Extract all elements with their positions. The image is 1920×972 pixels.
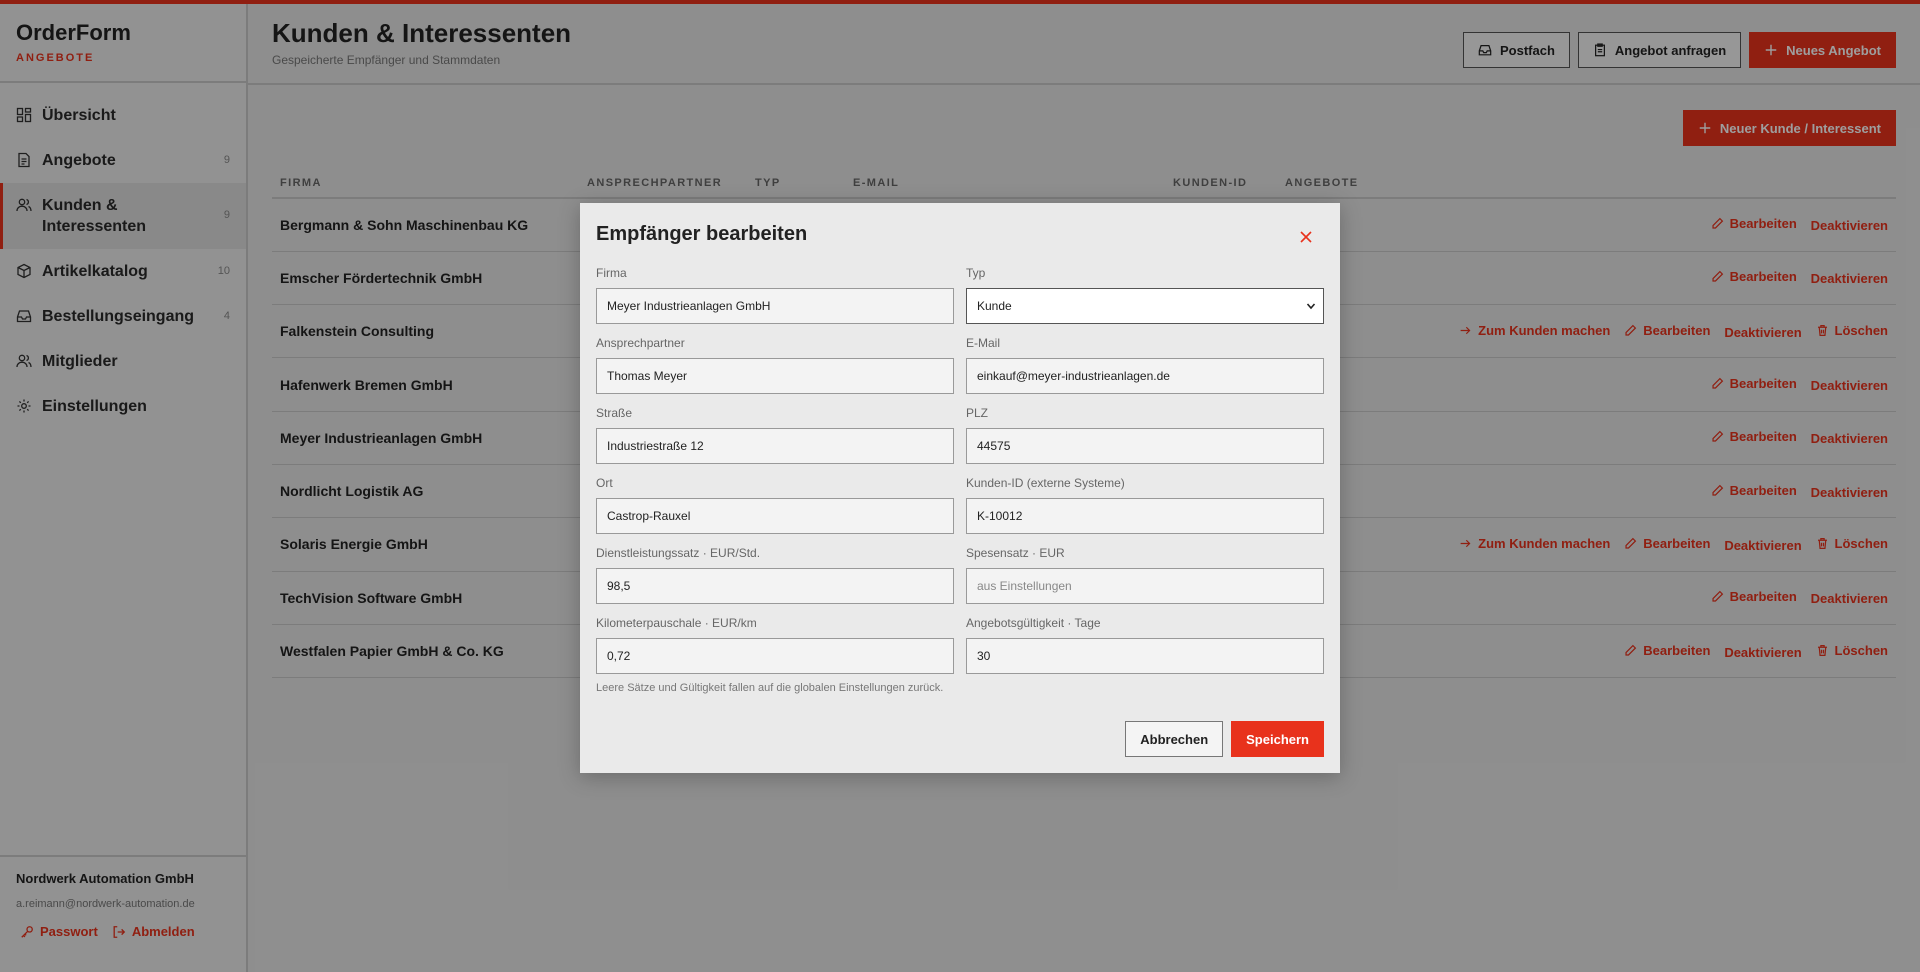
field-gueltigkeit: Angebotsgültigkeit · Tage 30 xyxy=(966,616,1324,674)
field-kunden-id: Kunden-ID (externe Systeme) K-10012 xyxy=(966,476,1324,534)
save-button[interactable]: Speichern xyxy=(1231,721,1324,757)
field-label: Firma xyxy=(596,266,627,280)
field-email: E-Mail einkauf@meyer-industrieanlagen.de xyxy=(966,336,1324,394)
plz-input[interactable]: 44575 xyxy=(966,428,1324,464)
field-kilometerpauschale: Kilometerpauschale · EUR/km 0,72 xyxy=(596,616,954,674)
kunden-id-input[interactable]: K-10012 xyxy=(966,498,1324,534)
field-typ: Typ Kunde xyxy=(966,266,1324,324)
close-icon[interactable] xyxy=(1298,229,1314,245)
field-strasse: Straße Industriestraße 12 xyxy=(596,406,954,464)
field-dienstleistungssatz: Dienstleistungssatz · EUR/Std. 98,5 xyxy=(596,546,954,604)
ort-input[interactable]: Castrop-Rauxel xyxy=(596,498,954,534)
field-label: Dienstleistungssatz · EUR/Std. xyxy=(596,546,761,560)
field-firma: Firma Meyer Industrieanlagen GmbH xyxy=(596,266,954,324)
field-label: E-Mail xyxy=(966,336,1001,350)
dialog-title: Empfänger bearbeiten xyxy=(596,223,808,245)
field-plz: PLZ 44575 xyxy=(966,406,1324,464)
typ-select[interactable]: Kunde xyxy=(966,288,1324,324)
dienstleistungssatz-input[interactable]: 98,5 xyxy=(596,568,954,604)
edit-recipient-dialog: Empfänger bearbeiten Firma Meyer Industr… xyxy=(580,203,1340,773)
gueltigkeit-input[interactable]: 30 xyxy=(966,638,1324,674)
field-ort: Ort Castrop-Rauxel xyxy=(596,476,954,534)
spesensatz-input[interactable]: aus Einstellungen xyxy=(966,568,1324,604)
firma-input[interactable]: Meyer Industrieanlagen GmbH xyxy=(596,288,954,324)
field-label: Ansprechpartner xyxy=(596,336,685,350)
field-ansprechpartner: Ansprechpartner Thomas Meyer xyxy=(596,336,954,394)
ansprechpartner-input[interactable]: Thomas Meyer xyxy=(596,358,954,394)
field-label: Kunden-ID (externe Systeme) xyxy=(966,476,1125,490)
kilometerpauschale-input[interactable]: 0,72 xyxy=(596,638,954,674)
field-label: Straße xyxy=(596,406,633,420)
field-label: Typ xyxy=(966,266,986,280)
field-label: Ort xyxy=(596,476,613,490)
email-input[interactable]: einkauf@meyer-industrieanlagen.de xyxy=(966,358,1324,394)
field-label: PLZ xyxy=(966,406,989,420)
cancel-button[interactable]: Abbrechen xyxy=(1125,721,1224,757)
field-spesensatz: Spesensatz · EUR aus Einstellungen xyxy=(966,546,1324,604)
strasse-input[interactable]: Industriestraße 12 xyxy=(596,428,954,464)
field-label: Kilometerpauschale · EUR/km xyxy=(596,616,757,630)
field-label: Angebotsgültigkeit · Tage xyxy=(966,616,1101,630)
field-label: Spesensatz · EUR xyxy=(966,546,1065,560)
dialog-hint: Leere Sätze und Gültigkeit fallen auf di… xyxy=(596,682,944,694)
